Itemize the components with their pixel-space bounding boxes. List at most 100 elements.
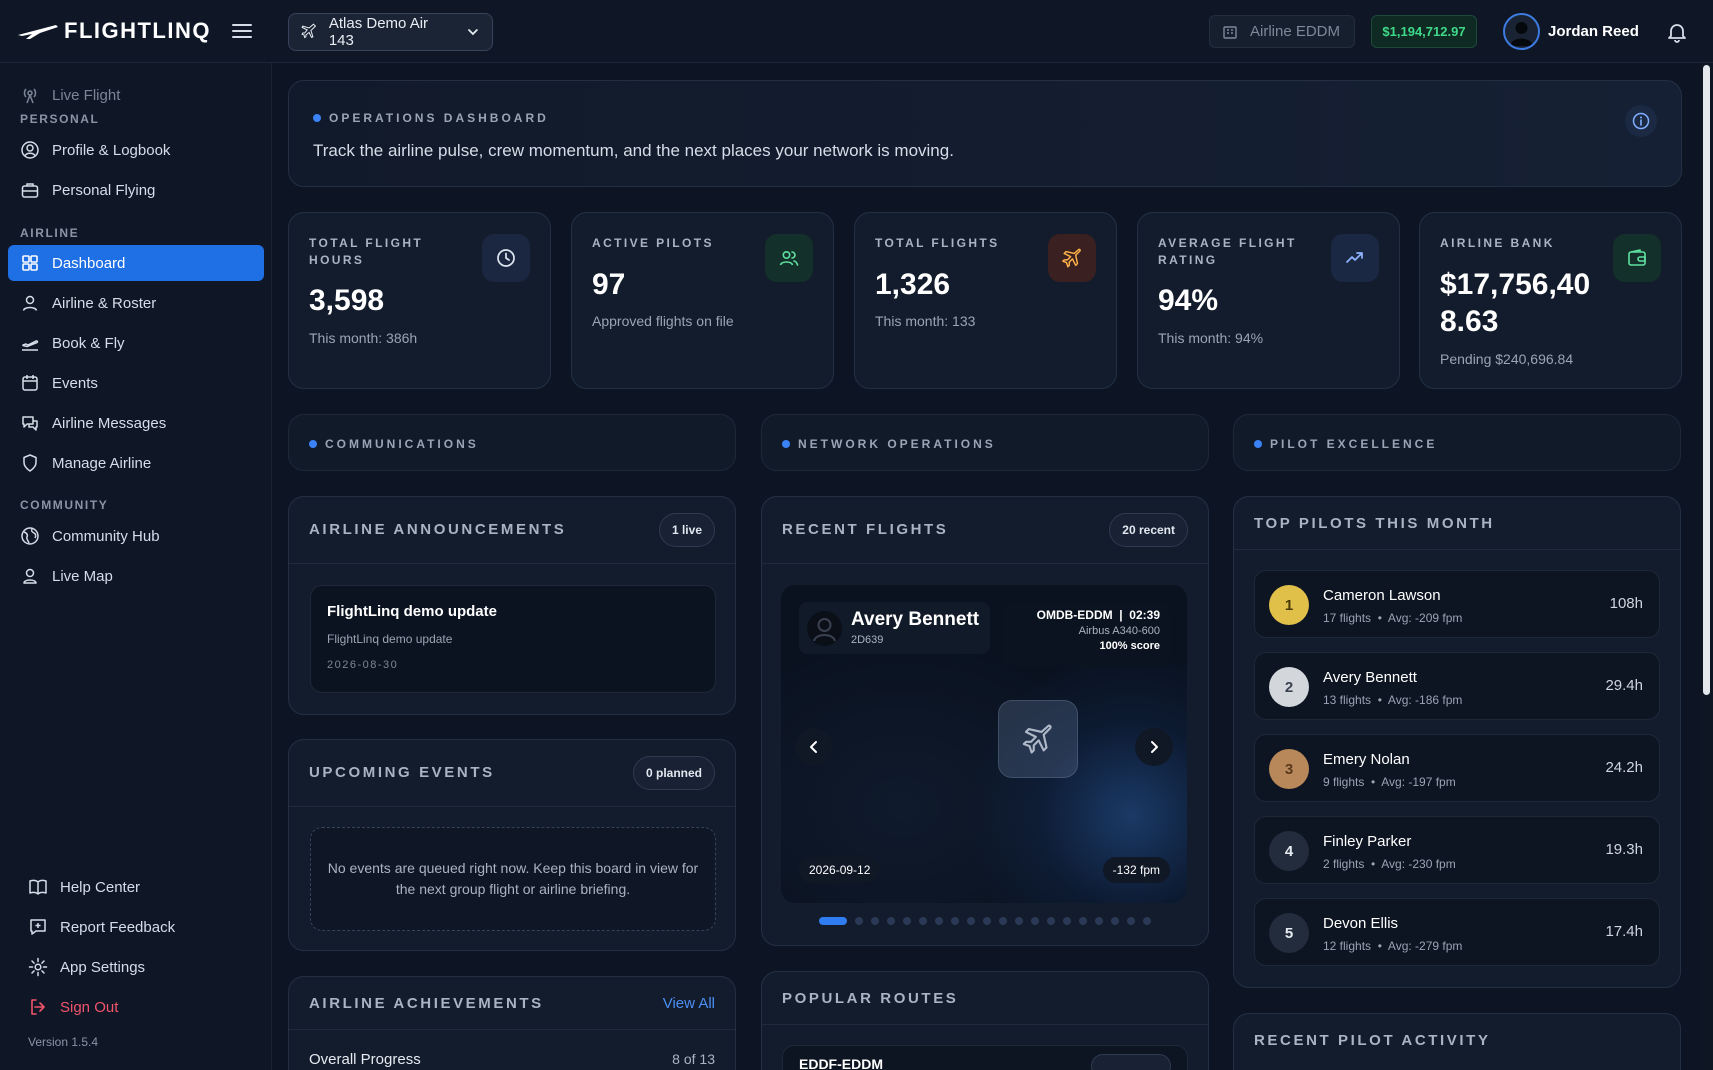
top-pilot-row[interactable]: 2 Avery Bennett 13 flights • Avg: -186 f… bbox=[1254, 652, 1660, 720]
view-all-link[interactable]: View All bbox=[663, 995, 715, 1012]
avatar bbox=[1503, 13, 1540, 50]
operations-dashboard-hero: OPERATIONS DASHBOARD Track the airline p… bbox=[288, 80, 1682, 187]
carousel-dot[interactable] bbox=[1095, 917, 1103, 925]
top-pilots-card: TOP PILOTS THIS MONTH 1 Cameron Lawson 1… bbox=[1233, 496, 1681, 988]
sidebar-item-label: Sign Out bbox=[60, 998, 119, 1016]
sidebar-item-community-hub[interactable]: Community Hub bbox=[8, 518, 264, 554]
sidebar-item-personal-flying[interactable]: Personal Flying bbox=[8, 172, 264, 208]
carousel-next-button[interactable] bbox=[1135, 728, 1173, 766]
stat-card-airline-bank: AIRLINE BANK $17,756,40 8.63 Pending $24… bbox=[1419, 212, 1682, 389]
route-item[interactable]: EDDF-EDDM bbox=[782, 1045, 1188, 1070]
aircraft: Airbus A340-600 bbox=[1078, 625, 1160, 637]
airline-selector-label: Atlas Demo Air 143 bbox=[328, 15, 429, 49]
carousel-dot[interactable] bbox=[935, 917, 943, 925]
announcement-item[interactable]: FlightLinq demo update FlightLinq demo u… bbox=[310, 585, 716, 693]
balance-chip[interactable]: $1,194,712.97 bbox=[1371, 15, 1477, 48]
stat-label: TOTAL FLIGHT HOURS bbox=[309, 236, 424, 267]
sidebar-item-help-center[interactable]: Help Center bbox=[16, 869, 272, 905]
landing-rate: -132 fpm bbox=[1102, 857, 1170, 883]
main-scrollbar[interactable] bbox=[1700, 63, 1713, 1070]
hamburger-menu-icon[interactable] bbox=[230, 20, 254, 42]
sidebar-item-label: Live Map bbox=[52, 567, 113, 585]
sidebar-item-dashboard[interactable]: Dashboard bbox=[8, 245, 264, 281]
carousel-dot[interactable] bbox=[1111, 917, 1119, 925]
stat-label: ACTIVE PILOTS bbox=[592, 236, 714, 250]
book-open-icon bbox=[29, 879, 47, 895]
carousel-dot[interactable] bbox=[903, 917, 911, 925]
sidebar-item-book-fly[interactable]: Book & Fly bbox=[8, 325, 264, 361]
carousel-dot[interactable] bbox=[919, 917, 927, 925]
pilot-meta: 13 flights • Avg: -186 fpm bbox=[1323, 693, 1463, 707]
announcement-body: FlightLinq demo update bbox=[327, 632, 453, 646]
suitcase-icon bbox=[21, 183, 39, 198]
stat-value: 94% bbox=[1158, 284, 1219, 317]
carousel-dot[interactable] bbox=[1127, 917, 1135, 925]
sidebar-item-sign-out[interactable]: Sign Out bbox=[16, 989, 272, 1025]
sidebar-item-label: Manage Airline bbox=[52, 454, 152, 472]
route-and-duration: OMDB-EDDM | 02:39 bbox=[1036, 608, 1160, 622]
info-icon[interactable] bbox=[1625, 105, 1657, 137]
card-title: RECENT PILOT ACTIVITY bbox=[1254, 1032, 1491, 1049]
top-pilot-row[interactable]: 4 Finley Parker 2 flights • Avg: -230 fp… bbox=[1254, 816, 1660, 884]
carousel-dot[interactable] bbox=[887, 917, 895, 925]
carousel-dot[interactable] bbox=[951, 917, 959, 925]
sidebar-item-live-map[interactable]: Live Map bbox=[8, 558, 264, 594]
plane-icon bbox=[1048, 234, 1096, 282]
flight-carousel[interactable]: Avery Bennett 2D639 OMDB-EDDM | 02:39 Ai… bbox=[781, 585, 1187, 903]
progress-label: Overall Progress bbox=[309, 1051, 421, 1068]
sign-out-icon bbox=[31, 999, 45, 1015]
sidebar-item-live-flight[interactable]: Live Flight bbox=[8, 77, 264, 113]
user-name: Jordan Reed bbox=[1548, 23, 1639, 40]
calendar-icon bbox=[22, 375, 38, 391]
section-communications: COMMUNICATIONS bbox=[288, 414, 736, 471]
airline-selector[interactable]: Atlas Demo Air 143 bbox=[288, 13, 493, 51]
app-logo[interactable]: FLIGHTLINQ bbox=[16, 17, 211, 45]
sidebar-item-airline-roster[interactable]: Airline & Roster bbox=[8, 285, 264, 321]
top-pilot-row[interactable]: 1 Cameron Lawson 17 flights • Avg: -209 … bbox=[1254, 570, 1660, 638]
sidebar-item-manage-airline[interactable]: Manage Airline bbox=[8, 445, 264, 481]
airline-announcements-card: AIRLINE ANNOUNCEMENTS 1 live FlightLinq … bbox=[288, 496, 736, 715]
route-tag: OMDB-EDDM | 02:39 Airbus A340-600 100% s… bbox=[1004, 602, 1170, 666]
carousel-dot[interactable] bbox=[1143, 917, 1151, 925]
sidebar-item-app-settings[interactable]: App Settings bbox=[16, 949, 272, 985]
carousel-dot[interactable] bbox=[1015, 917, 1023, 925]
chevron-down-icon bbox=[468, 29, 478, 36]
pilot-flights: 9 flights bbox=[1323, 775, 1365, 789]
carousel-dot[interactable] bbox=[1079, 917, 1087, 925]
pilot-hours: 108h bbox=[1609, 595, 1643, 612]
pilot-id: 2D639 bbox=[851, 634, 884, 646]
top-pilot-row[interactable]: 5 Devon Ellis 12 flights • Avg: -279 fpm… bbox=[1254, 898, 1660, 966]
carousel-dot[interactable] bbox=[871, 917, 879, 925]
carousel-dot[interactable] bbox=[819, 917, 847, 925]
top-pilot-row[interactable]: 3 Emery Nolan 9 flights • Avg: -197 fpm … bbox=[1254, 734, 1660, 802]
carousel-dot[interactable] bbox=[855, 917, 863, 925]
carousel-dot[interactable] bbox=[1047, 917, 1055, 925]
carousel-dot[interactable] bbox=[999, 917, 1007, 925]
carousel-dot[interactable] bbox=[1031, 917, 1039, 925]
bell-icon[interactable] bbox=[1665, 20, 1689, 44]
carousel-dot[interactable] bbox=[1063, 917, 1071, 925]
carousel-dot[interactable] bbox=[967, 917, 975, 925]
pilot-flights: 17 flights bbox=[1323, 611, 1372, 625]
sidebar-item-airline-messages[interactable]: Airline Messages bbox=[8, 405, 264, 441]
popular-routes-card: POPULAR ROUTES EDDF-EDDM bbox=[761, 971, 1209, 1070]
scrollbar-thumb[interactable] bbox=[1703, 65, 1710, 695]
rank-badge: 3 bbox=[1269, 749, 1309, 789]
status-dot bbox=[313, 114, 321, 122]
status-dot bbox=[309, 440, 317, 448]
user-menu[interactable]: Jordan Reed bbox=[1503, 13, 1639, 50]
sidebar-item-report-feedback[interactable]: Report Feedback bbox=[16, 909, 272, 945]
trend-up-icon bbox=[1331, 234, 1379, 282]
pilot-flights: 12 flights bbox=[1323, 939, 1372, 953]
flight-score: 100% score bbox=[1099, 640, 1160, 652]
carousel-prev-button[interactable] bbox=[795, 728, 833, 766]
planned-count-badge: 0 planned bbox=[632, 756, 715, 790]
carousel-dot[interactable] bbox=[983, 917, 991, 925]
pilot-avg: Avg: -197 fpm bbox=[1381, 775, 1456, 789]
rank-badge: 1 bbox=[1269, 585, 1309, 625]
plane-logo-icon bbox=[18, 25, 58, 39]
pilot-meta: 9 flights • Avg: -197 fpm bbox=[1323, 775, 1456, 789]
sidebar-item-profile-logbook[interactable]: Profile & Logbook bbox=[8, 132, 264, 168]
hub-chip[interactable]: Airline EDDM bbox=[1209, 15, 1355, 48]
sidebar-item-events[interactable]: Events bbox=[8, 365, 264, 401]
